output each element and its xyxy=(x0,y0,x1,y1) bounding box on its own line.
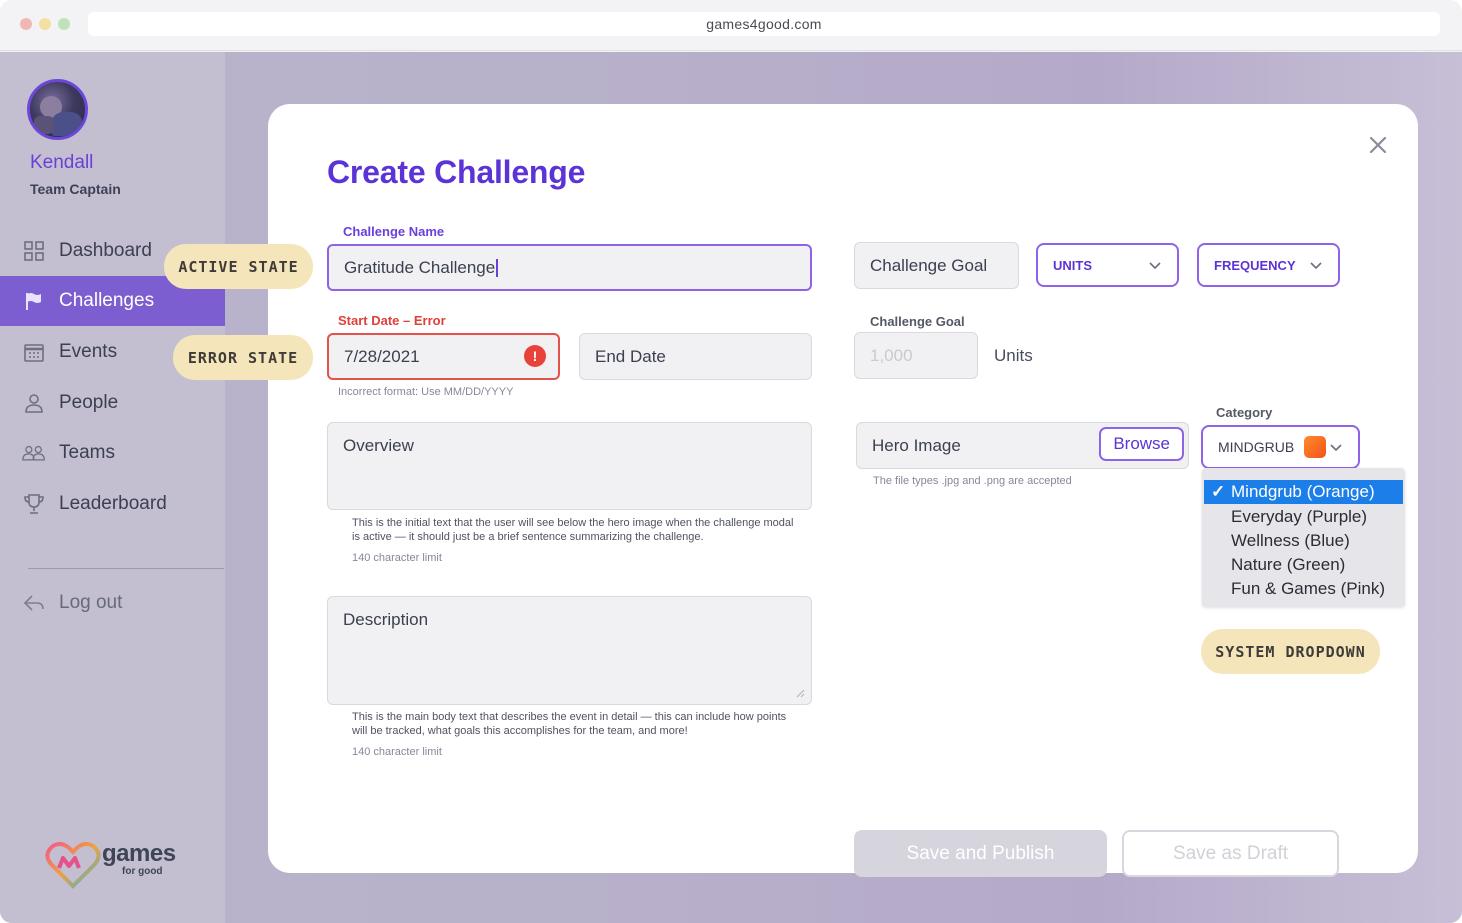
sidebar-item-label: Challenges xyxy=(59,290,155,311)
avatar[interactable] xyxy=(27,79,88,140)
logout-arrow-icon xyxy=(22,591,46,615)
sidebar: Kendall Team Captain Dashboard Challenge… xyxy=(0,52,225,923)
app-stage: Kendall Team Captain Dashboard Challenge… xyxy=(0,52,1462,923)
overview-placeholder: Overview xyxy=(343,436,414,455)
category-selected-label: MINDGRUB xyxy=(1218,439,1295,455)
frequency-dropdown[interactable]: FREQUENCY xyxy=(1197,243,1340,287)
end-date-input[interactable]: End Date xyxy=(579,333,812,380)
overview-character-limit: 140 character limit xyxy=(352,552,442,564)
hero-image-field[interactable]: Hero Image Browse xyxy=(856,422,1189,469)
description-help-text: This is the main body text that describe… xyxy=(352,711,787,737)
start-date-error-message: Incorrect format: Use MM/DD/YYYY xyxy=(338,386,514,398)
calendar-icon xyxy=(22,340,46,364)
category-option[interactable]: Fun & Games (Pink) xyxy=(1204,577,1403,601)
games-for-good-logo[interactable]: games for good xyxy=(45,838,195,890)
logo-subtext: for good xyxy=(122,866,163,877)
trophy-icon xyxy=(22,492,46,516)
logout-label: Log out xyxy=(59,592,123,613)
logout-button[interactable]: Log out xyxy=(0,578,225,628)
heart-logo-icon xyxy=(45,842,101,889)
browser-titlebar: games4good.com xyxy=(0,0,1462,51)
sidebar-item-label: People xyxy=(59,392,119,413)
sidebar-item-label: Dashboard xyxy=(59,240,152,261)
error-icon: ! xyxy=(524,345,546,367)
challenge-goal-placeholder: Challenge Goal xyxy=(870,255,988,275)
category-dropdown[interactable]: MINDGRUB xyxy=(1201,425,1360,469)
checkmark-icon: ✓ xyxy=(1211,482,1226,501)
challenge-goal-number-input[interactable]: 1,000 xyxy=(854,332,978,379)
category-option[interactable]: Everyday (Purple) xyxy=(1204,505,1403,529)
resize-handle-icon[interactable] xyxy=(795,688,805,698)
logo-text: games xyxy=(102,840,176,867)
overview-help-text: This is the initial text that the user w… xyxy=(352,517,794,543)
error-state-callout: ERROR STATE xyxy=(173,335,313,380)
category-color-swatch xyxy=(1304,436,1327,458)
category-option[interactable]: Nature (Green) xyxy=(1204,553,1403,577)
save-and-publish-button[interactable]: Save and Publish xyxy=(854,830,1107,877)
description-placeholder: Description xyxy=(343,610,429,629)
challenge-goal-number-placeholder: 1,000 xyxy=(870,345,913,365)
flag-icon xyxy=(22,289,46,313)
start-date-input[interactable]: 7/28/2021 ! xyxy=(327,333,560,380)
sidebar-item-leaderboard[interactable]: Leaderboard xyxy=(0,479,225,529)
goal-units-label: Units xyxy=(994,346,1033,365)
people-group-icon xyxy=(22,441,46,465)
hero-image-help-text: The file types .jpg and .png are accepte… xyxy=(873,475,1072,487)
overview-textarea[interactable]: Overview xyxy=(327,422,812,510)
sidebar-divider xyxy=(28,568,224,569)
chevron-down-icon xyxy=(1330,444,1342,452)
system-dropdown-callout: SYSTEM DROPDOWN xyxy=(1201,629,1380,674)
description-character-limit: 140 character limit xyxy=(352,746,442,758)
frequency-dropdown-label: FREQUENCY xyxy=(1214,257,1296,273)
maximize-window-button[interactable] xyxy=(58,18,70,30)
person-icon xyxy=(22,391,46,415)
category-option[interactable]: ✓ Mindgrub (Orange) xyxy=(1204,480,1403,504)
challenge-name-value: Gratitude Challenge xyxy=(344,257,496,277)
close-window-button[interactable] xyxy=(20,18,32,30)
hero-image-placeholder: Hero Image xyxy=(872,435,961,455)
units-dropdown-label: UNITS xyxy=(1053,257,1092,273)
sidebar-item-people[interactable]: People xyxy=(0,378,225,428)
close-icon[interactable] xyxy=(1366,133,1390,157)
page-title: Create Challenge xyxy=(327,154,586,190)
browse-button[interactable]: Browse xyxy=(1099,427,1184,461)
sidebar-item-label: Leaderboard xyxy=(59,493,167,514)
description-textarea[interactable]: Description xyxy=(327,596,812,705)
challenge-goal-field[interactable]: Challenge Goal xyxy=(854,242,1019,289)
chevron-down-icon xyxy=(1149,262,1161,270)
sidebar-item-label: Teams xyxy=(59,442,115,463)
active-state-callout: ACTIVE STATE xyxy=(164,244,313,289)
challenge-goal-number-label: Challenge Goal xyxy=(870,314,965,329)
category-system-dropdown: ✓ Mindgrub (Orange) Everyday (Purple) Wel… xyxy=(1202,468,1405,607)
start-date-label: Start Date – Error xyxy=(338,313,446,328)
grid-icon xyxy=(22,239,46,263)
units-dropdown[interactable]: UNITS xyxy=(1036,243,1179,287)
sidebar-item-teams[interactable]: Teams xyxy=(0,428,225,478)
start-date-value: 7/28/2021 xyxy=(344,346,420,366)
challenge-name-input[interactable]: Gratitude Challenge xyxy=(327,244,812,291)
address-bar[interactable]: games4good.com xyxy=(88,12,1440,36)
end-date-placeholder: End Date xyxy=(595,346,666,366)
save-as-draft-button[interactable]: Save as Draft xyxy=(1122,830,1339,877)
category-option[interactable]: Wellness (Blue) xyxy=(1204,529,1403,553)
user-role: Team Captain xyxy=(30,181,121,197)
create-challenge-modal: Create Challenge Challenge Name Gratitud… xyxy=(268,104,1418,877)
category-label: Category xyxy=(1216,405,1273,420)
minimize-window-button[interactable] xyxy=(39,18,51,30)
challenge-name-label: Challenge Name xyxy=(343,224,445,239)
sidebar-item-label: Events xyxy=(59,341,118,362)
text-caret xyxy=(496,258,498,277)
browser-window: games4good.com Kendall Team Captain Dash… xyxy=(0,0,1462,923)
user-name: Kendall xyxy=(30,152,94,173)
chevron-down-icon xyxy=(1310,262,1322,270)
